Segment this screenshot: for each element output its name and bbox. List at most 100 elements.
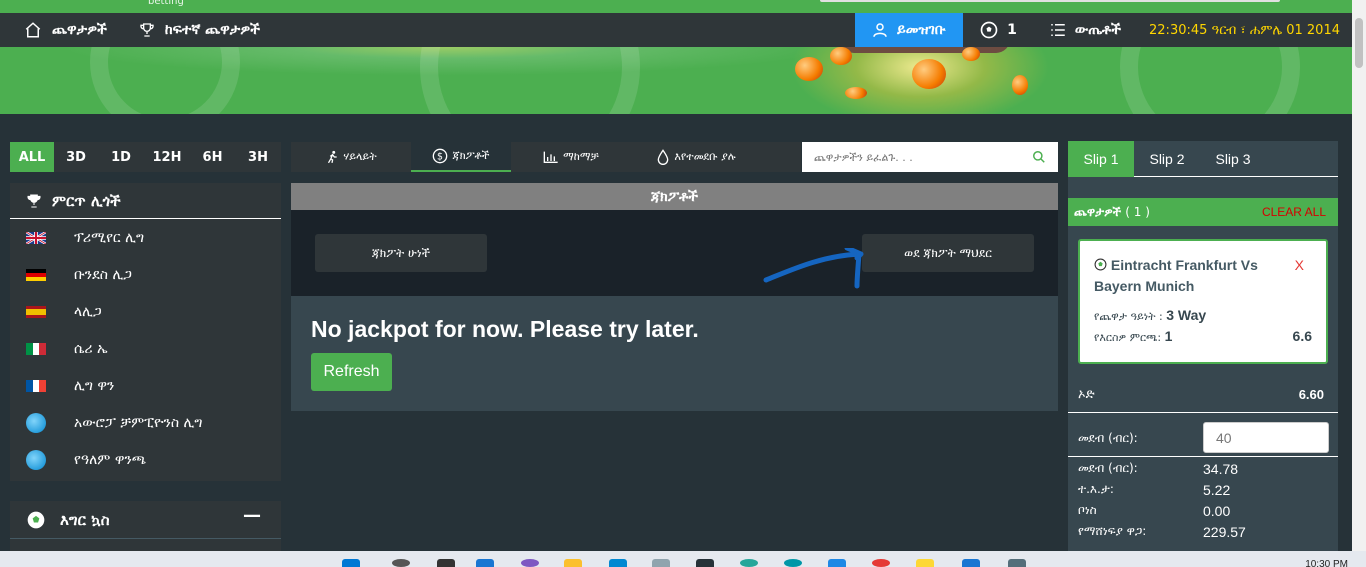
nav-results-label: ውጤቶች (1074, 22, 1122, 38)
football-icon (980, 21, 998, 39)
time-filter-1d[interactable]: 1D (98, 142, 144, 172)
scrollbar-thumb[interactable] (1355, 18, 1363, 68)
league-item-bundesliga[interactable]: ቡንደስ ሊጋ (10, 256, 281, 293)
collapse-toggle[interactable]: — (243, 505, 261, 526)
jackpot-archive-button[interactable]: ወደ ጃክፖት ማህደር (862, 234, 1034, 272)
app-icon[interactable] (740, 559, 758, 567)
app-icon[interactable] (828, 559, 846, 567)
top-leagues-header: ምርጥ ሊጎች (10, 183, 281, 219)
league-label: ሊግ ዋን (74, 377, 115, 394)
app-icon[interactable] (696, 559, 714, 567)
app-icon[interactable] (476, 559, 494, 567)
windows-start-icon[interactable] (342, 559, 360, 567)
stake-row: መደብ (ብር): 40 (1068, 421, 1338, 457)
football-header[interactable]: እግር ኳስ — (10, 501, 281, 539)
nav-top-games-label: ከፍተኛ ጨዋታዎች (164, 22, 261, 38)
time-filter-tabs: ALL 3D 1D 12H 6H 3H (10, 142, 281, 172)
league-item-world-cup[interactable]: የዓለም ዋንጫ (10, 441, 281, 478)
nav-bet-count[interactable]: 1 (963, 20, 1033, 40)
system-clock: 10:30 PM (1305, 559, 1348, 567)
clear-all-button[interactable]: CLEAR ALL (1262, 205, 1326, 219)
time-filter-all[interactable]: ALL (10, 142, 54, 172)
app-icon[interactable] (1008, 559, 1026, 567)
list-icon (1051, 24, 1065, 36)
bet-slip: Slip 1 Slip 2 Slip 3 ጨዋታዎች ( 1 ) CLEAR A… (1068, 141, 1338, 551)
nav-top-games[interactable]: ከፍተኛ ጨዋታዎች (139, 13, 260, 47)
login-button[interactable]: ይመዝገቡ (855, 13, 964, 47)
search-taskbar-icon[interactable] (392, 559, 410, 567)
time-filter-12h[interactable]: 12H (144, 142, 190, 172)
refresh-button[interactable]: Refresh (311, 353, 392, 391)
summary-value: 34.78 (1203, 460, 1239, 477)
coin-image (1012, 75, 1028, 95)
bar-chart-icon (543, 151, 558, 163)
league-item-premier-league[interactable]: ፕሪሚየር ሊግ (10, 219, 281, 256)
summary-row: ቦነስ 0.00 (1078, 500, 1338, 521)
time-filter-3h[interactable]: 3H (235, 142, 281, 172)
svg-text:$: $ (438, 151, 444, 162)
slip-tabs: Slip 1 Slip 2 Slip 3 (1068, 141, 1338, 177)
chrome-icon[interactable] (872, 559, 890, 567)
dollar-icon: $ (433, 148, 448, 164)
globe-icon (26, 449, 46, 470)
uk-flag-icon (26, 231, 46, 244)
tab-jackpots[interactable]: $ ጃክፖቶች (411, 142, 511, 172)
stake-label: መደብ (ብር): (1078, 431, 1138, 445)
main-navbar: ጨዋታዎች ከፍተኛ ጨዋታዎች ይመዝገቡ 1 ውጤቶች 22:30:45 ዓ… (0, 13, 1352, 47)
app-icon[interactable] (652, 559, 670, 567)
time-filter-6h[interactable]: 6H (190, 142, 235, 172)
clock: 22:30:45 ዓርብ ፣ ሐምሌ 01 2014 (1149, 22, 1340, 38)
app-icon[interactable] (609, 559, 627, 567)
home-icon (25, 22, 41, 38)
nav-results[interactable]: ውጤቶች (1033, 21, 1137, 39)
app-icon[interactable] (962, 559, 980, 567)
league-item-ligue-1[interactable]: ሊግ ዋን (10, 367, 281, 404)
jackpot-history-button[interactable]: ጃክፖት ሁነች (315, 234, 487, 272)
league-item-serie-a[interactable]: ሴሪ ኤ (10, 330, 281, 367)
bet-match: Eintracht Frankfurt Vs Bayern Munich (1094, 255, 1274, 297)
bet-card: Eintracht Frankfurt Vs Bayern Munich X የ… (1078, 239, 1328, 364)
tab-label: እየተመደቡ ያሉ (674, 150, 736, 163)
league-label: ቡንደስ ሊጋ (74, 266, 132, 283)
france-flag-icon (26, 379, 46, 392)
search-icon[interactable] (1032, 150, 1046, 164)
coin-image (830, 47, 852, 65)
task-view-icon[interactable] (437, 559, 455, 567)
remove-bet-button[interactable]: X (1295, 257, 1304, 273)
search-input[interactable] (814, 150, 1032, 164)
folder-icon[interactable] (564, 559, 582, 567)
nav-games-label: ጨዋታዎች (52, 22, 107, 38)
tab-slip-3[interactable]: Slip 3 (1200, 141, 1266, 177)
jackpot-body: No jackpot for now. Please try later. Re… (291, 296, 1058, 411)
summary-label: ተ.እ.ታ: (1078, 482, 1114, 496)
league-item-laliga[interactable]: ላሊጋ (10, 293, 281, 330)
germany-flag-icon (26, 268, 46, 281)
bet-pick-value: 1 (1164, 328, 1173, 344)
league-item-champions-league[interactable]: አውሮፓ ቻምፒዮንስ ሊግ (10, 404, 281, 441)
banner-ring (90, 47, 240, 114)
nav-games[interactable]: ጨዋታዎች (24, 13, 107, 47)
login-label: ይመዝገቡ (897, 22, 946, 38)
tab-stats[interactable]: ማከማቻ (511, 142, 631, 172)
tab-slip-2[interactable]: Slip 2 (1134, 141, 1200, 177)
page-scrollbar[interactable] (1352, 0, 1366, 567)
summary-row: የማሸነፍያ ዋጋ: 229.57 (1078, 521, 1338, 542)
empty-jackpot-message: No jackpot for now. Please try later. (311, 316, 699, 342)
app-icon[interactable] (916, 559, 934, 567)
tab-slip-1[interactable]: Slip 1 (1068, 141, 1134, 177)
time-filter-3d[interactable]: 3D (54, 142, 98, 172)
tab-highlights[interactable]: ሃይላይት (291, 142, 411, 172)
league-label: ሴሪ ኤ (74, 340, 108, 357)
app-icon[interactable] (521, 559, 539, 567)
os-taskbar: 10:30 PM (0, 551, 1366, 567)
runner-icon (328, 150, 338, 164)
tab-live[interactable]: እየተመደቡ ያሉ (631, 142, 761, 172)
banner-ring (420, 47, 640, 114)
drop-icon (658, 149, 669, 165)
app-icon[interactable] (784, 559, 802, 567)
bet-pick-line: የእርስዎ ምርጫ: 1 6.6 (1094, 328, 1312, 345)
bet-pick-label: የእርስዎ ምርጫ: (1094, 331, 1162, 344)
stake-input[interactable]: 40 (1203, 422, 1329, 453)
summary-value: 0.00 (1203, 502, 1231, 519)
league-label: ላሊጋ (74, 303, 102, 320)
